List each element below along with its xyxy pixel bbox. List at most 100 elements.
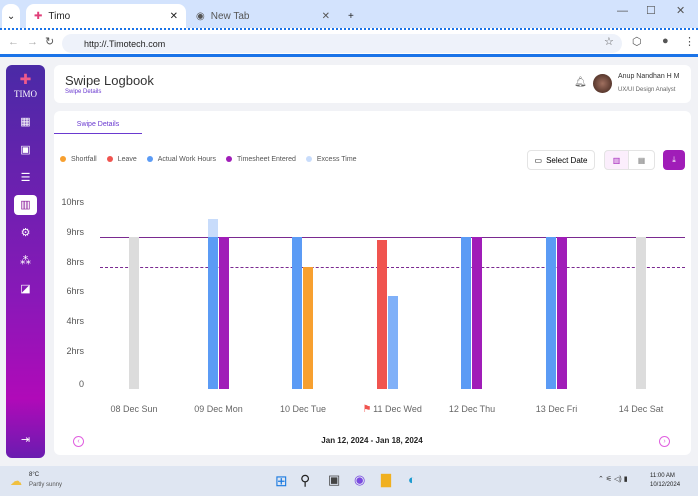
sidebar-item-settings[interactable]: ⚙ (14, 223, 37, 243)
breadcrumb[interactable]: Swipe Details (65, 89, 101, 95)
page-title: Swipe Logbook (65, 73, 154, 88)
next-week-button[interactable]: › (659, 436, 670, 447)
extensions-icon[interactable]: ⬡ (632, 35, 642, 48)
sidebar-item-timesheet[interactable]: ▣ (14, 140, 37, 160)
bar-actual (292, 237, 302, 389)
minimize-icon[interactable]: — (617, 5, 628, 17)
weather-icon: ☁ (10, 474, 22, 488)
y-tick-label: 6hrs (66, 286, 84, 296)
x-tick-label: 14 Dec Sat (618, 404, 664, 414)
forward-icon[interactable]: → (27, 36, 38, 48)
legend-excess: Excess Time (305, 156, 357, 163)
star-icon[interactable]: ☆ (604, 35, 614, 48)
bar-weekend (129, 237, 139, 389)
min-line (100, 267, 685, 268)
notification-bell-icon[interactable]: 🔔︎ (574, 77, 587, 88)
calendar-icon: ▭ (534, 155, 543, 165)
maximize-icon[interactable]: ☐ (646, 4, 656, 17)
x-tick-label: 12 Dec Thu (448, 404, 496, 414)
weather-text: Partly sunny (29, 482, 63, 488)
bar-actual (461, 237, 471, 389)
download-button[interactable]: ⤓ (663, 150, 685, 170)
chart-view-button[interactable]: ▥ (604, 150, 629, 170)
close-window-icon[interactable]: ✕ (676, 4, 685, 17)
y-tick-label: 9hrs (66, 227, 84, 237)
sidebar-item-analytics[interactable]: ◪ (14, 279, 37, 299)
back-icon[interactable]: ← (8, 36, 19, 48)
timo-favicon-icon: ✚ (34, 10, 43, 22)
flag-icon: ⚑ (362, 404, 372, 415)
logo-text: TIMO (14, 89, 37, 99)
bar-actual (207, 237, 218, 389)
x-tick-label: 10 Dec Tue (279, 404, 327, 414)
avatar[interactable] (593, 74, 612, 93)
tray-icons[interactable]: ⌃ ⚟ ◁) ▮ (598, 475, 628, 483)
edge-icon[interactable]: ◐ (408, 472, 416, 487)
legend-shortfall: Shortfall (60, 156, 97, 163)
bar-timesheet (472, 237, 482, 389)
legend-timesheet: Timesheet Entered (226, 156, 296, 163)
user-name: Anup Nandhan H M (618, 73, 680, 80)
active-tab-underline (54, 133, 142, 134)
y-tick-label: 10hrs (61, 197, 84, 207)
task-view-icon[interactable]: ▣ (328, 472, 340, 488)
windows-start-icon[interactable]: ⊞ (275, 472, 288, 490)
page-header: Swipe Logbook Swipe Details 🔔︎ Anup Nand… (54, 65, 691, 103)
address-bar-row: ← → ↻ http://.Timotech.com ☆ ⬡ ● ⋮ (0, 28, 698, 57)
date-range: Jan 12, 2024 - Jan 18, 2024 (321, 436, 423, 445)
browser-tabbar: ⌄ ✚ Timo ✕ ◉ New Tab ✕ + — ☐ ✕ (0, 0, 698, 28)
bar-excess (207, 219, 218, 237)
y-tick-label: 0 (78, 379, 84, 389)
url-text: http://.Timotech.com (84, 38, 166, 49)
sidebar-item-dashboard[interactable]: ▦ (14, 112, 37, 132)
sidebar-item-chart[interactable]: ▥ (14, 195, 37, 215)
temperature: 8°C (29, 472, 40, 478)
reload-icon[interactable]: ↻ (45, 35, 54, 48)
menu-icon[interactable]: ⋮ (684, 35, 695, 48)
tab-new-tab[interactable]: ◉ New Tab ✕ (188, 4, 338, 28)
tab-search-button[interactable]: ⌄ (2, 4, 20, 28)
y-tick-label: 8hrs (66, 257, 84, 267)
profile-icon[interactable]: ● (662, 35, 669, 47)
close-icon[interactable]: ✕ (322, 11, 330, 22)
url-input[interactable]: http://.Timotech.com (62, 34, 622, 53)
clock-date: 10/12/2024 (650, 482, 681, 488)
y-tick-label: 4hrs (66, 316, 84, 326)
logout-button[interactable]: ⇥ (14, 430, 37, 450)
new-tab-button[interactable]: + (340, 4, 360, 28)
chat-icon[interactable]: ◉ (354, 472, 365, 488)
sidebar-item-team[interactable]: ⁂ (14, 251, 37, 271)
close-icon[interactable]: ✕ (170, 11, 178, 22)
legend-leave: Leave (106, 156, 137, 163)
x-tick-label: 13 Dec Fri (535, 404, 578, 414)
timo-logo-icon: ✚ (19, 71, 32, 87)
user-role: UX/UI Design Analyst (618, 87, 676, 93)
bar-actual_light (387, 296, 398, 389)
tab-swipe-details[interactable]: Swipe Details (54, 121, 142, 128)
target-line (100, 237, 685, 238)
clock-time: 11:00 AM (650, 473, 675, 479)
chart-legend: Shortfall Leave Actual Work Hours Timesh… (60, 156, 357, 163)
tab-label: New Tab (210, 10, 250, 22)
table-view-button[interactable]: ▦ (628, 150, 655, 170)
search-icon[interactable]: ⚲ (300, 472, 310, 489)
prev-week-button[interactable]: ‹ (73, 436, 84, 447)
bar-actual (545, 237, 556, 389)
bar-timesheet (218, 237, 229, 389)
chrome-icon: ◉ (196, 10, 205, 22)
bar-shortfall (303, 267, 313, 389)
select-date-button[interactable]: ▭ Select Date (527, 150, 595, 170)
legend-actual: Actual Work Hours (146, 156, 216, 163)
x-tick-label: 09 Dec Mon (194, 404, 243, 414)
sidebar: ✚ TIMO ▦ ▣ ☰ ▥ ⚙ ⁂ ◪ ⇥ (6, 65, 45, 458)
tab-label: Timo (48, 10, 71, 22)
bar-timesheet (556, 237, 567, 389)
y-tick-label: 2hrs (66, 346, 84, 356)
tab-timo[interactable]: ✚ Timo ✕ (26, 4, 186, 28)
file-explorer-icon[interactable]: ▇ (381, 472, 391, 488)
taskbar: ☁ 8°C Partly sunny ⊞ ⚲ ▣ ◉ ▇ ◐ ⌃ ⚟ ◁) ▮ … (0, 466, 698, 496)
x-tick-label: 08 Dec Sun (110, 404, 158, 414)
bar-weekend (636, 237, 646, 389)
bar-leave (376, 240, 387, 389)
sidebar-item-reports[interactable]: ☰ (14, 168, 37, 188)
